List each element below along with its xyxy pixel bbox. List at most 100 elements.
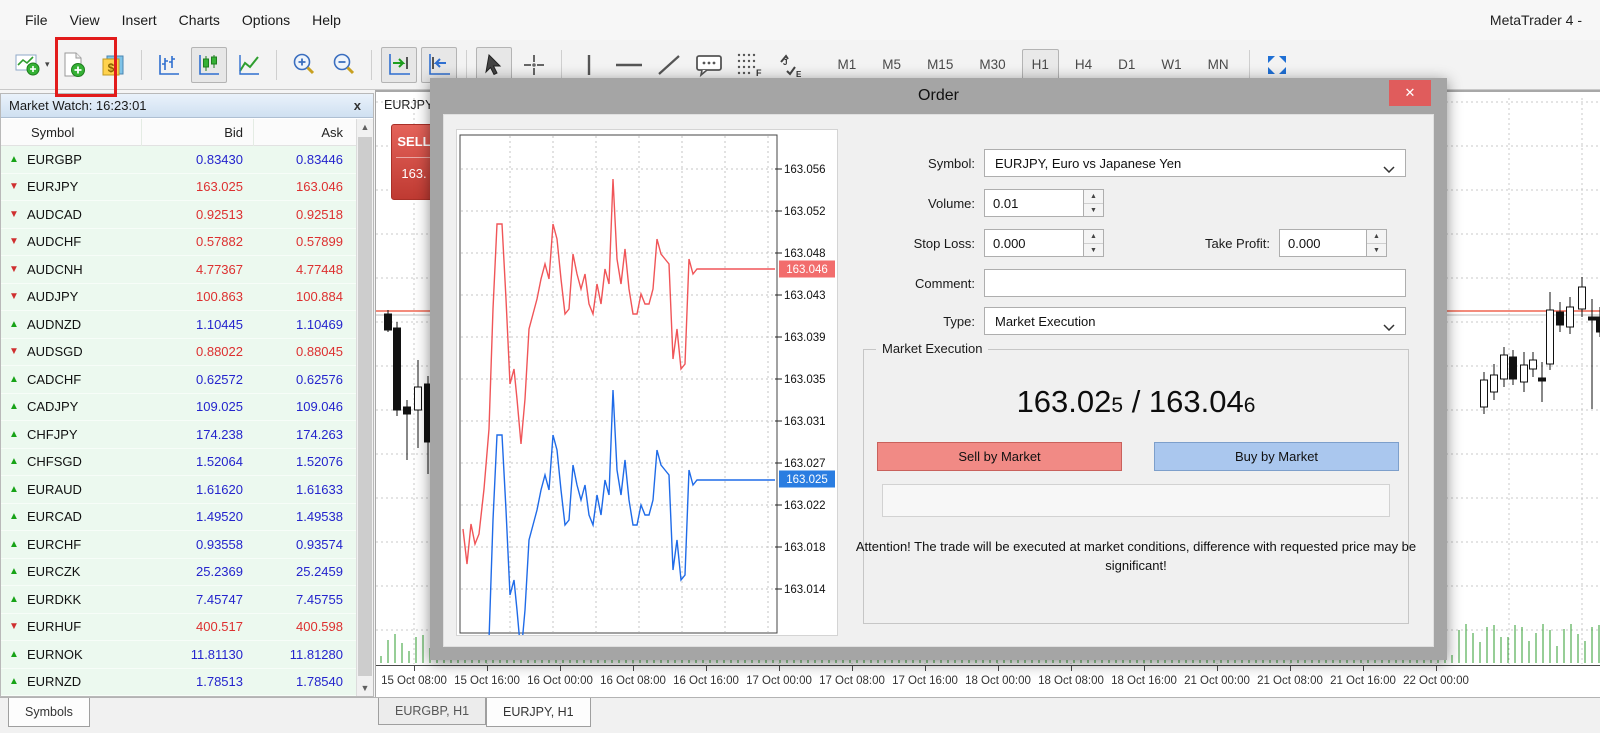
profiles-button[interactable]: $ (96, 47, 132, 83)
candlestick-chart-button[interactable] (191, 47, 227, 83)
symbol-select[interactable]: EURJPY, Euro vs Japanese Yen (984, 149, 1406, 177)
take-profit-stepper[interactable]: ▲▼ (1367, 229, 1387, 257)
take-profit-input[interactable] (1279, 229, 1367, 257)
market-watch-row-eurgbp[interactable]: ▲EURGBP0.834300.83446 (1, 146, 356, 174)
market-watch-row-chfsgd[interactable]: ▲CHFSGD1.520641.52076 (1, 449, 356, 477)
market-watch-row-eurjpy[interactable]: ▼EURJPY163.025163.046 (1, 174, 356, 202)
tab-symbols[interactable]: Symbols (8, 698, 90, 727)
sell-by-market-button[interactable]: Sell by Market (877, 442, 1122, 471)
menu-view[interactable]: View (59, 8, 111, 32)
timeframe-w1[interactable]: W1 (1151, 49, 1191, 80)
bid-price: 174.238 (143, 427, 243, 442)
market-watch-titlebar[interactable]: Market Watch: 16:23:01 x (1, 94, 373, 118)
time-label: 16 Oct 00:00 (527, 675, 593, 687)
new-chart-caret-icon[interactable]: ▾ (45, 59, 50, 70)
market-watch-row-audjpy[interactable]: ▼AUDJPY100.863100.884 (1, 284, 356, 312)
tab-eurjpy-h1[interactable]: EURJPY, H1 (486, 698, 591, 727)
column-bid[interactable]: Bid (143, 125, 243, 140)
menu-insert[interactable]: Insert (111, 8, 168, 32)
close-button[interactable]: ✕ (1389, 80, 1431, 106)
down-arrow-icon: ▼ (9, 621, 27, 632)
line-chart-button[interactable] (231, 47, 267, 83)
market-watch-row-eurcad[interactable]: ▲EURCAD1.495201.49538 (1, 504, 356, 532)
tick-chart-panel: 163.056163.052163.048163.043163.039163.0… (456, 129, 838, 636)
volume-input[interactable] (984, 189, 1084, 217)
market-watch-row-eurnzd[interactable]: ▲EURNZD1.785131.78540 (1, 669, 356, 697)
time-label: 22 Oct 00:00 (1403, 675, 1469, 687)
menu-help[interactable]: Help (301, 8, 352, 32)
line-chart-icon (237, 53, 261, 77)
market-watch-row-eurhuf[interactable]: ▼EURHUF400.517400.598 (1, 614, 356, 642)
symbol-name: CHFSGD (27, 454, 143, 469)
svg-text:163.025: 163.025 (786, 474, 828, 486)
symbol-name: EURHUF (27, 619, 143, 634)
volume-stepper[interactable]: ▲▼ (1084, 189, 1104, 217)
column-symbol[interactable]: Symbol (31, 125, 143, 140)
buy-by-market-button[interactable]: Buy by Market (1154, 442, 1399, 471)
timeframe-m30[interactable]: M30 (969, 49, 1015, 80)
new-page-button[interactable] (56, 47, 92, 83)
market-watch-row-chfjpy[interactable]: ▲CHFJPY174.238174.263 (1, 421, 356, 449)
symbol-name: CADCHF (27, 372, 143, 387)
market-watch-row-eurnok[interactable]: ▲EURNOK11.8113011.81280 (1, 641, 356, 669)
new-chart-button[interactable] (10, 47, 46, 83)
svg-text:163.035: 163.035 (784, 374, 826, 386)
type-select[interactable]: Market Execution (984, 307, 1406, 335)
timeframe-m1[interactable]: M1 (828, 49, 867, 80)
market-watch-row-euraud[interactable]: ▲EURAUD1.616201.61633 (1, 476, 356, 504)
timeframe-h1[interactable]: H1 (1022, 49, 1059, 80)
market-watch-row-eurdkk[interactable]: ▲EURDKK7.457477.45755 (1, 586, 356, 614)
bar-chart-button[interactable] (151, 47, 187, 83)
time-label: 16 Oct 08:00 (600, 675, 666, 687)
market-watch-row-audnzd[interactable]: ▲AUDNZD1.104451.10469 (1, 311, 356, 339)
close-icon[interactable]: x (350, 98, 365, 113)
symbol-name: EURCHF (27, 537, 143, 552)
ask-price: 400.598 (243, 619, 343, 634)
stop-loss-stepper[interactable]: ▲▼ (1084, 229, 1104, 257)
market-watch-row-audcnh[interactable]: ▼AUDCNH4.773674.77448 (1, 256, 356, 284)
autoscroll-button[interactable] (381, 47, 417, 83)
timeframe-mn[interactable]: MN (1198, 49, 1239, 80)
market-watch-row-eurchf[interactable]: ▲EURCHF0.935580.93574 (1, 531, 356, 559)
tab-eurgbp-h1[interactable]: EURGBP, H1 (378, 698, 486, 725)
shift-chart-icon (426, 52, 452, 78)
comment-input[interactable] (984, 269, 1406, 297)
up-arrow-icon: ▲ (9, 456, 27, 467)
time-label: 16 Oct 16:00 (673, 675, 739, 687)
market-watch-row-audchf[interactable]: ▼AUDCHF0.578820.57899 (1, 229, 356, 257)
scroll-up-icon[interactable]: ▲ (357, 119, 373, 135)
timeframe-h4[interactable]: H4 (1065, 49, 1102, 80)
symbol-name: EURGBP (27, 152, 143, 167)
symbol-name: EURNOK (27, 647, 143, 662)
stop-loss-input[interactable] (984, 229, 1084, 257)
column-ask[interactable]: Ask (243, 125, 343, 140)
market-watch-row-eurczk[interactable]: ▲EURCZK25.236925.2459 (1, 559, 356, 587)
market-watch-row-cadjpy[interactable]: ▲CADJPY109.025109.046 (1, 394, 356, 422)
symbol-name: AUDCAD (27, 207, 143, 222)
market-watch-row-cadchf[interactable]: ▲CADCHF0.625720.62576 (1, 366, 356, 394)
time-label: 17 Oct 16:00 (892, 675, 958, 687)
market-watch-row-audcad[interactable]: ▼AUDCAD0.925130.92518 (1, 201, 356, 229)
bid-price: 0.93558 (143, 537, 243, 552)
time-label: 21 Oct 08:00 (1257, 675, 1323, 687)
menu-options[interactable]: Options (231, 8, 301, 32)
svg-text:163.022: 163.022 (784, 500, 826, 512)
symbol-name: CHFJPY (27, 427, 143, 442)
zoom-in-button[interactable] (286, 47, 322, 83)
bid-price: 1.49520 (143, 509, 243, 524)
zoom-out-button[interactable] (326, 47, 362, 83)
up-arrow-icon: ▲ (9, 154, 27, 165)
timeframe-m5[interactable]: M5 (872, 49, 911, 80)
up-arrow-icon: ▲ (9, 319, 27, 330)
timeframe-d1[interactable]: D1 (1108, 49, 1145, 80)
timeframe-m15[interactable]: M15 (917, 49, 963, 80)
menu-file[interactable]: File (14, 8, 59, 32)
down-arrow-icon: ▼ (9, 236, 27, 247)
market-watch-scrollbar[interactable]: ▲ ▼ (356, 119, 373, 696)
menu-charts[interactable]: Charts (168, 8, 231, 32)
scroll-down-icon[interactable]: ▼ (357, 680, 373, 696)
svg-text:163.018: 163.018 (784, 542, 826, 554)
scrollbar-thumb[interactable] (358, 137, 372, 676)
market-watch-row-audsgd[interactable]: ▼AUDSGD0.880220.88045 (1, 339, 356, 367)
tick-chart: 163.056163.052163.048163.043163.039163.0… (457, 130, 837, 635)
